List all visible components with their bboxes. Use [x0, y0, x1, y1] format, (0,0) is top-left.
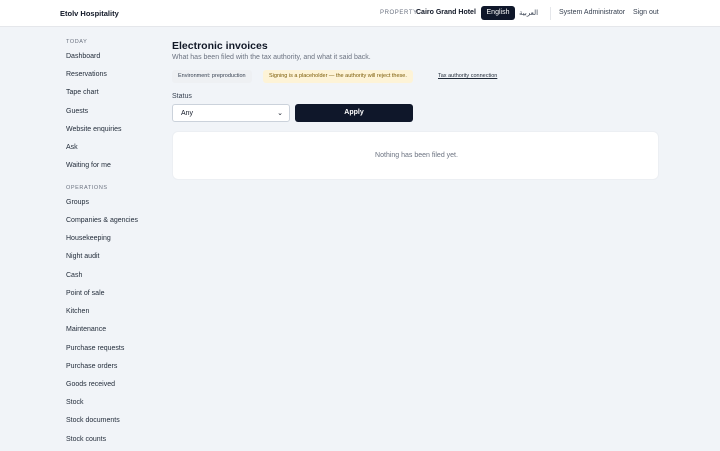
- sign-out-link[interactable]: Sign out: [633, 9, 659, 16]
- sidebar-item-dashboard[interactable]: Dashboard: [66, 53, 100, 60]
- language-arabic-button[interactable]: العربية: [519, 9, 538, 17]
- sidebar-section-today: TODAY: [66, 39, 88, 45]
- apply-button[interactable]: Apply: [295, 104, 413, 122]
- sidebar-item-cash[interactable]: Cash: [66, 272, 82, 279]
- user-name[interactable]: System Administrator: [559, 9, 625, 16]
- property-label: PROPERTY: [380, 10, 418, 16]
- environment-badge: Environment: preproduction: [172, 70, 252, 83]
- empty-state-message: Nothing has been filed yet.: [375, 152, 458, 159]
- sidebar: TODAY Dashboard Reservations Tape chart …: [0, 27, 160, 451]
- sidebar-item-groups[interactable]: Groups: [66, 199, 89, 206]
- sidebar-item-tape-chart[interactable]: Tape chart: [66, 89, 99, 96]
- page-title: Electronic invoices: [172, 40, 268, 52]
- sidebar-section-operations: OPERATIONS: [66, 185, 108, 191]
- sidebar-item-stock-counts[interactable]: Stock counts: [66, 436, 106, 443]
- sidebar-item-maintenance[interactable]: Maintenance: [66, 326, 106, 333]
- sidebar-item-kitchen[interactable]: Kitchen: [66, 308, 89, 315]
- sidebar-item-night-audit[interactable]: Night audit: [66, 253, 99, 260]
- signing-warning-badge: Signing is a placeholder — the authority…: [263, 70, 413, 83]
- sidebar-item-stock[interactable]: Stock: [66, 399, 84, 406]
- page-subtitle: What has been filed with the tax authori…: [172, 54, 371, 61]
- tax-authority-connection-link[interactable]: Tax authority connection: [438, 73, 497, 79]
- status-filter-value: Any: [181, 110, 194, 117]
- invoices-empty-state: Nothing has been filed yet.: [172, 131, 659, 180]
- sidebar-item-companies-agencies[interactable]: Companies & agencies: [66, 217, 138, 224]
- status-filter-select[interactable]: Any ⌄: [172, 104, 290, 122]
- status-filter-label: Status: [172, 93, 192, 100]
- sidebar-item-waiting-for-me[interactable]: Waiting for me: [66, 162, 111, 169]
- header-divider: [550, 7, 551, 20]
- chevron-down-icon: ⌄: [277, 110, 283, 117]
- sidebar-item-reservations[interactable]: Reservations: [66, 71, 107, 78]
- language-english-button[interactable]: English: [481, 6, 515, 20]
- sidebar-item-purchase-orders[interactable]: Purchase orders: [66, 363, 117, 370]
- sidebar-item-stock-documents[interactable]: Stock documents: [66, 417, 120, 424]
- property-selector[interactable]: Cairo Grand Hotel: [416, 9, 476, 16]
- sidebar-item-guests[interactable]: Guests: [66, 108, 88, 115]
- sidebar-item-ask[interactable]: Ask: [66, 144, 78, 151]
- sidebar-item-point-of-sale[interactable]: Point of sale: [66, 290, 105, 297]
- sidebar-item-goods-received[interactable]: Goods received: [66, 381, 115, 388]
- brand-logo[interactable]: Etolv Hospitality: [60, 9, 119, 18]
- top-bar: Etolv Hospitality PROPERTY Cairo Grand H…: [0, 0, 720, 27]
- sidebar-item-website-enquiries[interactable]: Website enquiries: [66, 126, 122, 133]
- sidebar-item-housekeeping[interactable]: Housekeeping: [66, 235, 111, 242]
- sidebar-item-purchase-requests[interactable]: Purchase requests: [66, 345, 124, 352]
